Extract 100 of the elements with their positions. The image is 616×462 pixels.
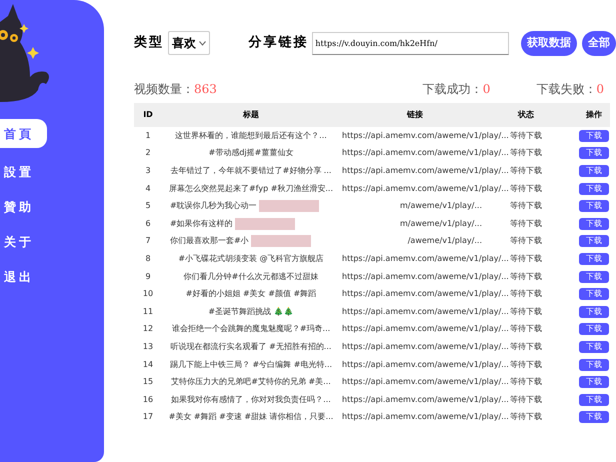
title-cell: 如果我对你有感情了，你对对我负责任吗？... (171, 394, 331, 404)
type-label: 类型 (134, 34, 164, 52)
status-cell: 等待下载 (510, 306, 542, 316)
success-count-value: 0 (482, 81, 490, 98)
download-button[interactable]: 下载 (579, 200, 609, 212)
title-cell: 去年错过了，今年就不要错过了#好物分享 ... (170, 166, 332, 175)
blur-mosaic (234, 218, 295, 230)
download-button[interactable]: 下载 (579, 394, 609, 406)
column-header: 链接 (407, 110, 423, 119)
download-button[interactable]: 下载 (579, 147, 609, 160)
nav-item[interactable]: 設置 (0, 160, 47, 183)
fail-count-value: 0 (596, 81, 604, 98)
status-cell: 等待下载 (510, 184, 542, 193)
status-cell: 等待下载 (510, 394, 542, 404)
link-cell: /aweme/v1/play/... (408, 236, 482, 246)
download-button[interactable]: 下载 (579, 270, 609, 283)
chevron-down-icon (199, 40, 206, 46)
link-cell: https://api.amemv.com/aweme/v1/play/... (342, 324, 509, 334)
title-cell: 听说现在都流行实名观看了 #无招胜有招的... (170, 342, 332, 351)
link-cell: https://api.amemv.com/aweme/v1/play/... (342, 412, 509, 422)
link-cell: https://api.amemv.com/aweme/v1/play/... (342, 306, 509, 316)
download-button[interactable]: 下载 (579, 235, 609, 248)
status-cell: 等待下载 (510, 324, 542, 334)
id-cell: 1 (145, 130, 151, 140)
download-button[interactable]: 下载 (579, 411, 609, 424)
download-button[interactable]: 下载 (579, 182, 609, 195)
id-cell: 4 (145, 184, 151, 193)
status-cell: 等待下载 (510, 218, 542, 228)
id-cell: 15 (142, 377, 154, 386)
title-cell: #圣诞节舞蹈挑战 🎄🎄 (208, 306, 294, 316)
column-header: ID (143, 110, 153, 119)
download-button[interactable]: 下载 (579, 376, 609, 388)
link-cell: m/aweme/v1/play/... (400, 201, 482, 210)
id-cell: 14 (142, 360, 154, 369)
link-cell: https://api.amemv.com/aweme/v1/play/... (342, 289, 509, 298)
download-button[interactable]: 下载 (579, 130, 609, 142)
title-cell: 这世界杯看的，谁能想到最后还有这个？... (175, 130, 327, 140)
link-cell: https://api.amemv.com/aweme/v1/play/... (342, 394, 509, 404)
nav-item[interactable]: 贊助 (0, 195, 47, 218)
title-cell: 艾特你压力大的兄弟吧#艾特你的兄弟 #美... (171, 377, 331, 386)
column-header: 操作 (586, 110, 602, 119)
type-dropdown[interactable]: 喜欢 (168, 31, 210, 55)
download-button[interactable]: 下载 (579, 306, 609, 318)
link-cell: https://api.amemv.com/aweme/v1/play/... (342, 254, 509, 263)
action-button[interactable]: 全部 (582, 30, 616, 56)
link-cell: https://api.amemv.com/aweme/v1/play/... (342, 166, 509, 175)
link-cell: https://api.amemv.com/aweme/v1/play/... (342, 377, 509, 386)
title-cell: #小飞碟花式胡须变装 @飞科官方旗舰店 (178, 254, 324, 263)
id-cell: 17 (142, 412, 154, 422)
status-cell: 等待下载 (510, 236, 542, 246)
status-cell: 等待下载 (510, 272, 542, 281)
video-count-label: 视频数量： (134, 81, 194, 98)
link-cell: https://api.amemv.com/aweme/v1/play/... (342, 148, 509, 158)
status-cell: 等待下载 (510, 289, 542, 298)
id-cell: 10 (142, 289, 154, 298)
title-cell: #如果你有这样的 (170, 218, 233, 228)
share-link-label: 分享链接 (248, 34, 308, 52)
id-cell: 16 (142, 394, 154, 404)
title-cell: 踢几下能上中铁三局？ #兮白编舞 #电光特... (170, 360, 332, 369)
download-button[interactable]: 下载 (579, 252, 609, 265)
nav-item[interactable]: 退出 (0, 265, 47, 288)
id-cell: 3 (145, 166, 151, 175)
title-cell: #美女 #舞蹈 #变速 #甜妹 请你相信，只要... (168, 412, 334, 422)
video-count-value: 863 (194, 81, 217, 98)
blur-mosaic (250, 235, 311, 248)
share-link-field[interactable]: https://v.douyin.com/hk2eHfn/ (312, 32, 509, 54)
status-cell: 等待下载 (510, 254, 542, 263)
link-cell: https://api.amemv.com/aweme/v1/play/... (342, 184, 509, 193)
id-cell: 11 (142, 306, 154, 316)
link-cell: https://api.amemv.com/aweme/v1/play/... (342, 342, 509, 351)
download-button[interactable]: 下载 (579, 340, 609, 353)
link-cell: https://api.amemv.com/aweme/v1/play/... (342, 272, 509, 281)
id-cell: 5 (145, 201, 151, 210)
download-button[interactable]: 下载 (579, 218, 609, 230)
id-cell: 8 (145, 254, 151, 263)
status-cell: 等待下载 (510, 148, 542, 158)
title-cell: 屏幕怎么突然晃起来了#fyp #秋刀渔丝滑安... (168, 184, 334, 193)
title-cell: #耽误你几秒为我心动一 (170, 201, 257, 210)
status-cell: 等待下载 (510, 412, 542, 422)
id-cell: 2 (145, 148, 151, 158)
download-button[interactable]: 下载 (579, 323, 609, 336)
title-cell: 谁会拒绝一个会跳舞的魔鬼魅魔呢？#玛奇... (172, 324, 330, 334)
blur-mosaic (258, 200, 319, 212)
link-cell: m/aweme/v1/play/... (400, 218, 482, 228)
download-button[interactable]: 下载 (579, 288, 609, 300)
download-button[interactable]: 下载 (579, 358, 609, 371)
id-cell: 13 (142, 342, 154, 351)
status-cell: 等待下载 (510, 360, 542, 369)
download-button[interactable]: 下载 (579, 164, 609, 177)
title-cell: #带动感dj摇#薑薑仙女 (208, 148, 294, 158)
nav-item[interactable]: 首頁 (0, 119, 47, 148)
id-cell: 9 (145, 272, 151, 281)
title-cell: #好看的小姐姐 #美女 #颜值 #舞蹈 (186, 289, 316, 298)
id-cell: 6 (145, 218, 151, 228)
link-cell: https://api.amemv.com/aweme/v1/play/... (342, 130, 509, 140)
action-button[interactable]: 获取数据 (521, 30, 577, 56)
status-cell: 等待下载 (510, 130, 542, 140)
id-cell: 7 (145, 236, 151, 246)
nav-item[interactable]: 关于 (0, 230, 47, 253)
title-cell: 你们看几分钟#什么次元都逃不过甜妹 (184, 272, 318, 281)
